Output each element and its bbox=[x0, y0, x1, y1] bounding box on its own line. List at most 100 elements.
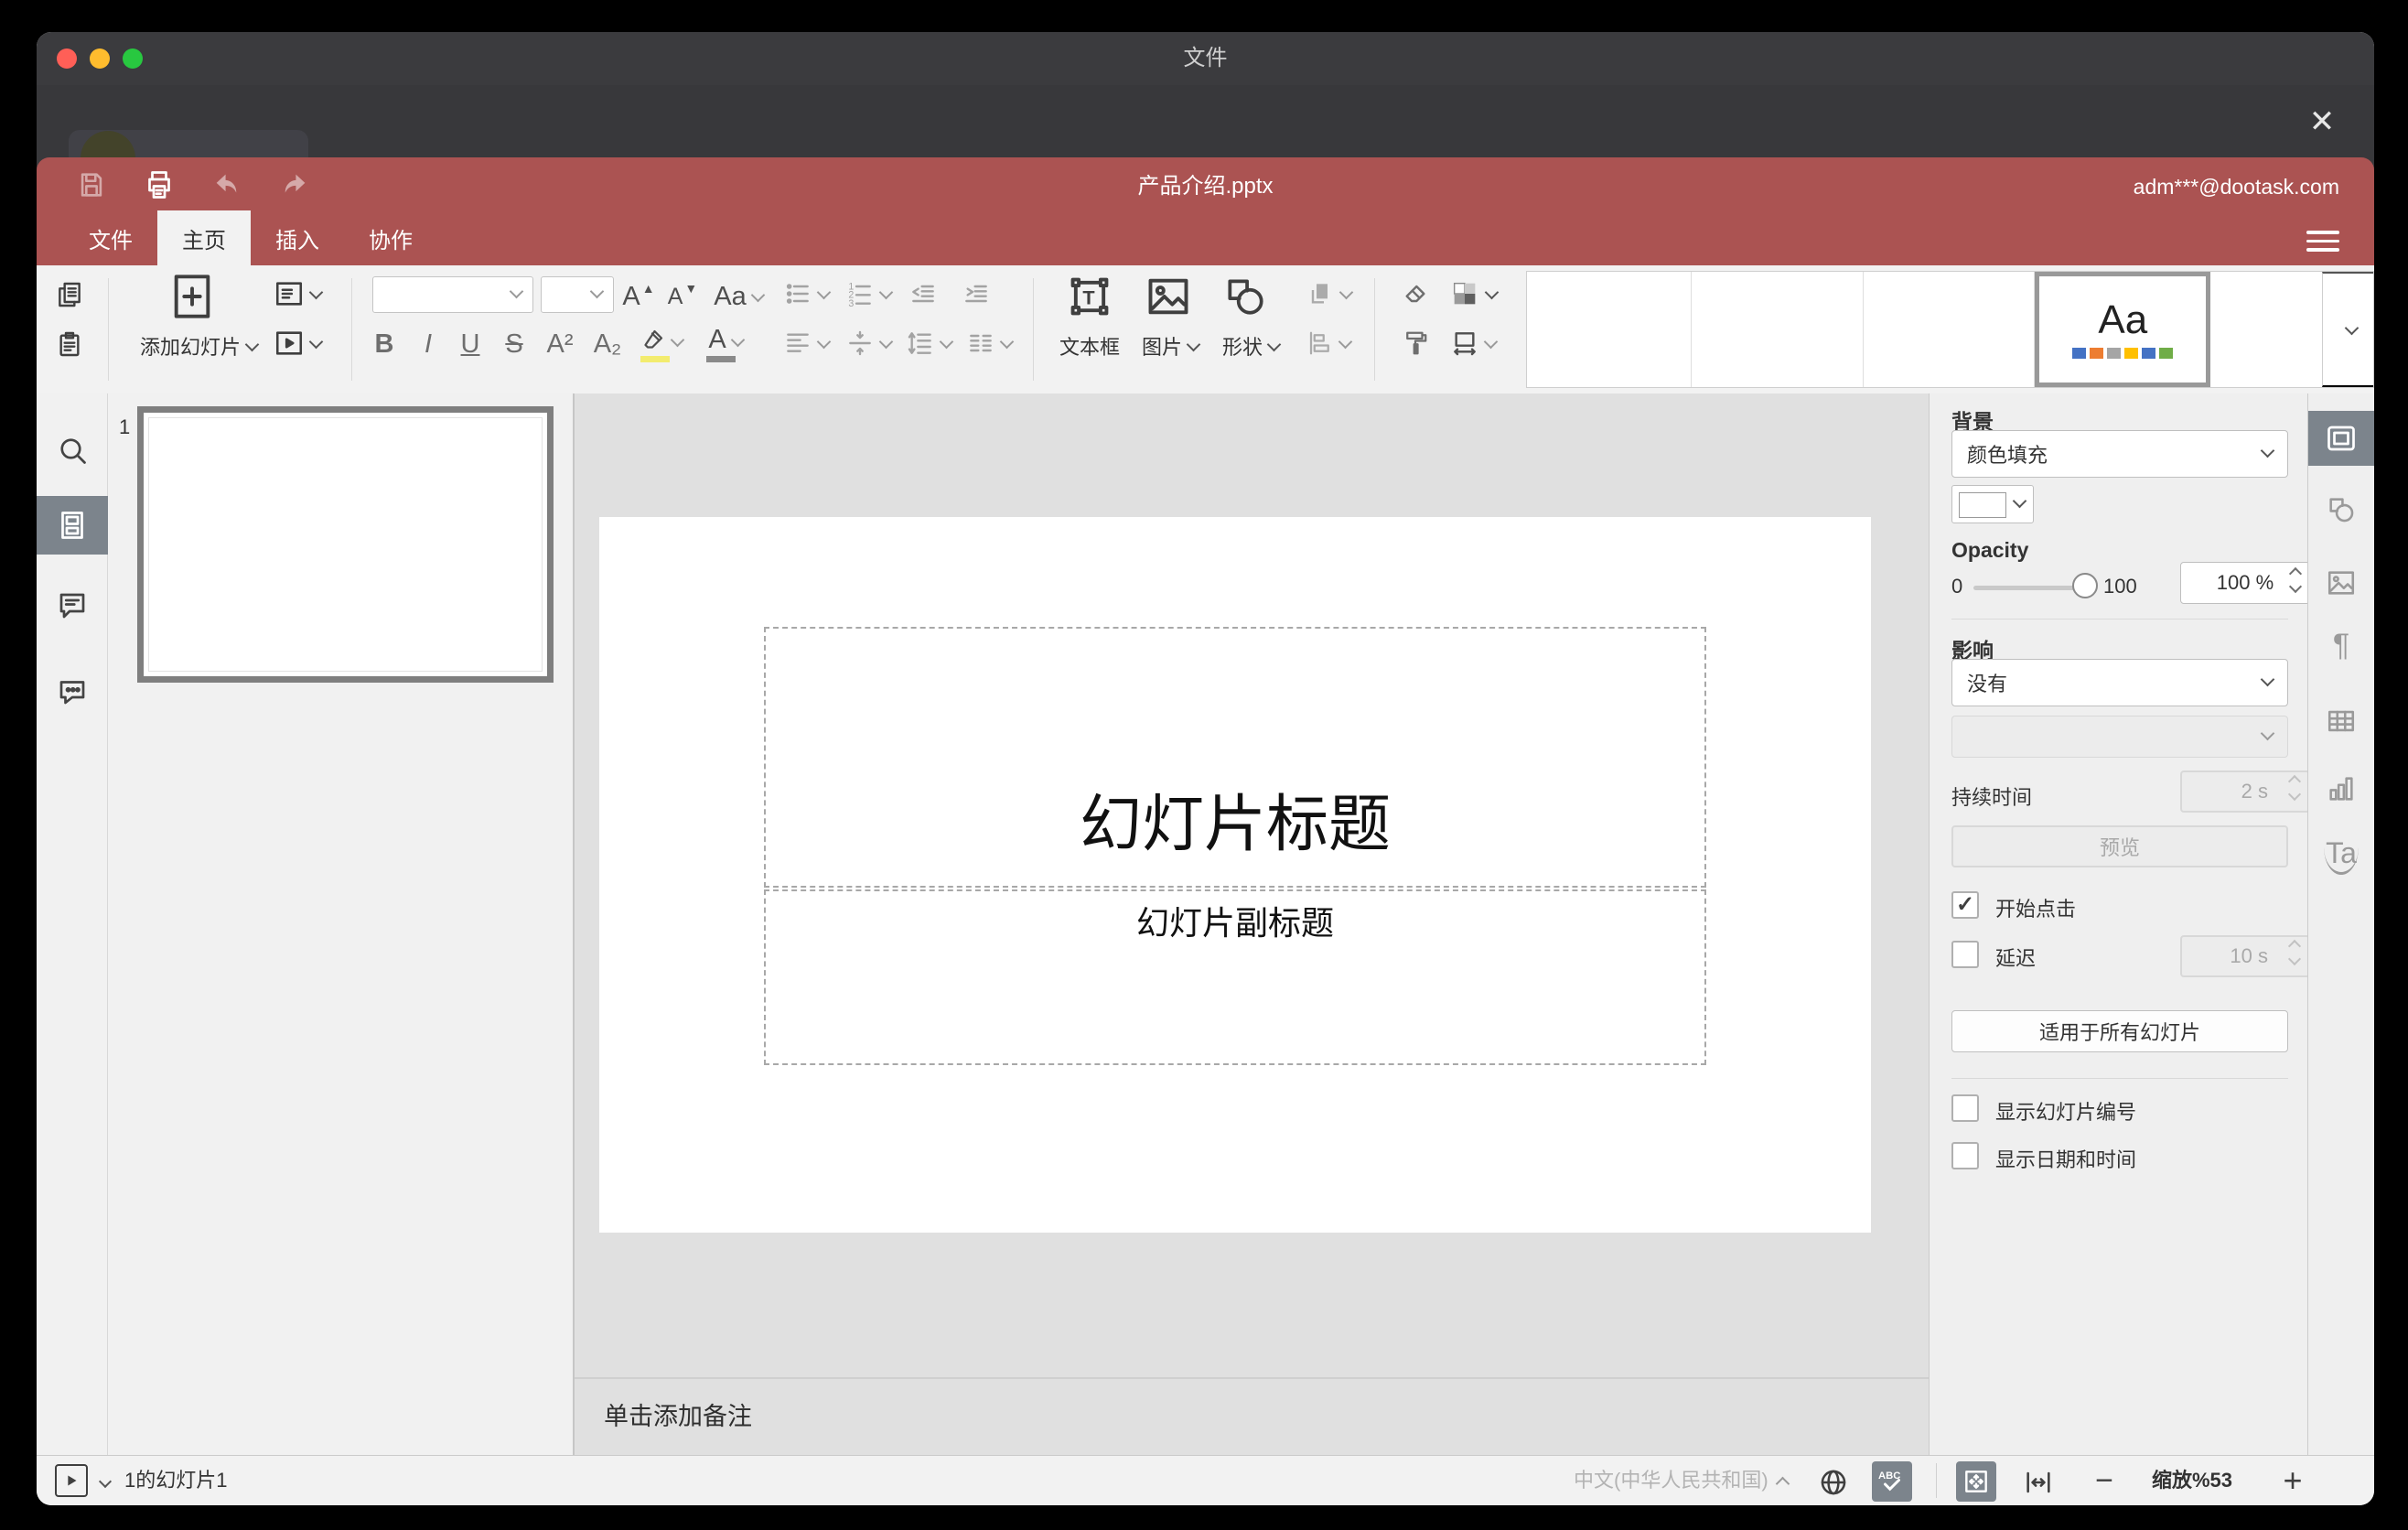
increase-font-size-button[interactable]: A ▲ bbox=[618, 278, 659, 315]
slide-thumbnail-selected[interactable] bbox=[137, 406, 554, 683]
hamburger-menu-icon[interactable] bbox=[2306, 225, 2339, 253]
theme-gallery-expand-button[interactable] bbox=[2322, 272, 2374, 387]
insert-shape-button[interactable] bbox=[1217, 269, 1274, 324]
opacity-slider-thumb[interactable] bbox=[2072, 573, 2098, 598]
bold-button[interactable]: B bbox=[366, 326, 403, 362]
slides-panel-icon[interactable] bbox=[37, 496, 108, 555]
decrease-indent-button[interactable] bbox=[902, 273, 944, 315]
decrease-font-size-button[interactable]: A ▼ bbox=[662, 278, 703, 315]
font-color-button[interactable]: A bbox=[699, 324, 752, 364]
fit-to-width-icon[interactable] bbox=[2018, 1462, 2059, 1503]
status-bar: 1的幻灯片1 中文(中华人民共和国) ABC − 缩放%53 + bbox=[37, 1455, 2374, 1505]
fill-type-select[interactable]: 颜色填充 bbox=[1951, 430, 2288, 478]
start-on-click-checkbox[interactable]: ✓ bbox=[1951, 891, 1979, 919]
strikeout-button[interactable]: S bbox=[494, 326, 534, 362]
theme-color-dots bbox=[2072, 348, 2174, 359]
insert-shape-dropdown[interactable]: 形状 bbox=[1209, 329, 1292, 362]
insert-image-button[interactable] bbox=[1140, 269, 1197, 324]
slide-settings-icon[interactable] bbox=[2308, 411, 2374, 466]
increase-indent-button[interactable] bbox=[955, 273, 997, 315]
subtitle-placeholder[interactable]: 幻灯片副标题 bbox=[764, 889, 1706, 1065]
subscript-button[interactable]: A₂ bbox=[586, 326, 629, 362]
notes-area[interactable]: 单击添加备注 bbox=[575, 1377, 1929, 1455]
theme-option-selected[interactable]: Aa bbox=[2035, 272, 2211, 387]
zoom-in-button[interactable]: + bbox=[2273, 1456, 2313, 1505]
image-settings-icon[interactable] bbox=[2308, 555, 2374, 610]
arrange-shape-button[interactable] bbox=[1299, 273, 1358, 315]
fit-to-slide-toggle-icon[interactable] bbox=[1956, 1461, 1996, 1502]
insert-textbox-button[interactable]: T bbox=[1059, 269, 1120, 324]
bullet-list-button[interactable] bbox=[779, 273, 833, 315]
opacity-min-label: 0 bbox=[1951, 575, 1963, 598]
text-art-settings-icon[interactable]: Ta bbox=[2308, 828, 2374, 883]
tab-file[interactable]: 文件 bbox=[64, 210, 157, 265]
font-name-input[interactable] bbox=[372, 276, 533, 313]
copy-style-button[interactable] bbox=[1394, 322, 1436, 364]
font-size-input[interactable] bbox=[541, 276, 614, 313]
tab-home[interactable]: 主页 bbox=[157, 210, 251, 265]
slide-number: 1 bbox=[119, 415, 131, 438]
highlight-color-button[interactable] bbox=[633, 324, 688, 364]
effect-select[interactable]: 没有 bbox=[1951, 659, 2288, 706]
slide-canvas[interactable]: 幻灯片标题 幻灯片副标题 bbox=[599, 517, 1871, 1233]
start-slideshow-button[interactable] bbox=[267, 322, 328, 364]
theme-option[interactable] bbox=[1527, 272, 1692, 387]
show-date-time-checkbox[interactable] bbox=[1951, 1142, 1979, 1169]
tab-insert[interactable]: 插入 bbox=[251, 210, 344, 265]
opacity-value-input[interactable]: 100 % bbox=[2180, 562, 2310, 604]
slide-indicator: 1的幻灯片1 bbox=[124, 1469, 228, 1492]
search-icon[interactable] bbox=[37, 421, 108, 479]
show-slide-number-label: 显示幻灯片编号 bbox=[1995, 1101, 2137, 1124]
insert-image-dropdown[interactable]: 图片 bbox=[1131, 329, 1209, 362]
columns-button[interactable] bbox=[962, 322, 1016, 364]
slide-size-button[interactable] bbox=[1444, 322, 1502, 364]
horizontal-align-button[interactable] bbox=[779, 322, 833, 364]
table-settings-icon[interactable] bbox=[2308, 694, 2374, 749]
document-language-icon[interactable] bbox=[1813, 1462, 1854, 1503]
preview-mode-dropdown[interactable] bbox=[93, 1472, 117, 1491]
theme-gallery: Aa bbox=[1526, 271, 2374, 388]
apply-to-all-slides-button[interactable]: 适用于所有幻灯片 bbox=[1951, 1010, 2288, 1052]
slide-layout-button[interactable] bbox=[267, 273, 328, 315]
paste-button[interactable] bbox=[49, 324, 90, 364]
title-placeholder[interactable]: 幻灯片标题 bbox=[764, 627, 1706, 888]
language-selector[interactable]: 中文(中华人民共和国) bbox=[1574, 1456, 1790, 1505]
change-case-button[interactable]: Aa bbox=[706, 278, 770, 315]
zoom-out-button[interactable]: − bbox=[2084, 1456, 2124, 1505]
paragraph-settings-icon[interactable]: ¶ bbox=[2308, 618, 2374, 673]
opacity-label: Opacity bbox=[1951, 538, 2029, 562]
underline-button[interactable]: U bbox=[450, 326, 490, 362]
spellcheck-toggle-icon[interactable]: ABC bbox=[1872, 1461, 1912, 1502]
macos-titlebar: 文件 bbox=[37, 32, 2374, 86]
copy-button[interactable] bbox=[49, 275, 90, 315]
tab-collaboration[interactable]: 协作 bbox=[344, 210, 437, 265]
delay-checkbox[interactable] bbox=[1951, 941, 1979, 968]
add-slide-button[interactable] bbox=[165, 269, 220, 324]
align-shape-button[interactable] bbox=[1299, 322, 1358, 364]
slide-subtitle-text: 幻灯片副标题 bbox=[1135, 904, 1334, 942]
opacity-slider-track[interactable] bbox=[1973, 586, 2081, 590]
highlight-color-swatch bbox=[640, 356, 670, 362]
eraser-button[interactable] bbox=[1392, 273, 1438, 315]
theme-option[interactable] bbox=[1863, 272, 2036, 387]
italic-button[interactable]: I bbox=[410, 326, 446, 362]
chart-settings-icon[interactable] bbox=[2308, 761, 2374, 816]
close-icon[interactable]: ✕ bbox=[2299, 98, 2345, 144]
chat-icon[interactable] bbox=[37, 663, 108, 721]
start-preview-button[interactable] bbox=[55, 1464, 88, 1497]
numbered-list-button[interactable]: 123 bbox=[842, 273, 895, 315]
slide-theme-color-button[interactable] bbox=[1444, 273, 1502, 315]
superscript-button[interactable]: A² bbox=[538, 326, 582, 362]
vertical-align-button[interactable] bbox=[842, 322, 895, 364]
font-color-swatch bbox=[706, 356, 736, 362]
comments-icon[interactable] bbox=[37, 576, 108, 635]
show-slide-number-checkbox[interactable] bbox=[1951, 1094, 1979, 1122]
svg-text:T: T bbox=[1082, 286, 1094, 309]
fill-color-picker[interactable] bbox=[1951, 485, 2034, 523]
theme-option[interactable] bbox=[2210, 272, 2323, 387]
theme-option[interactable] bbox=[1691, 272, 1864, 387]
line-spacing-button[interactable] bbox=[902, 322, 955, 364]
add-slide-dropdown[interactable]: 添加幻灯片 bbox=[121, 328, 276, 364]
shape-settings-icon[interactable] bbox=[2308, 482, 2374, 537]
window-title: 文件 bbox=[1183, 46, 1228, 70]
